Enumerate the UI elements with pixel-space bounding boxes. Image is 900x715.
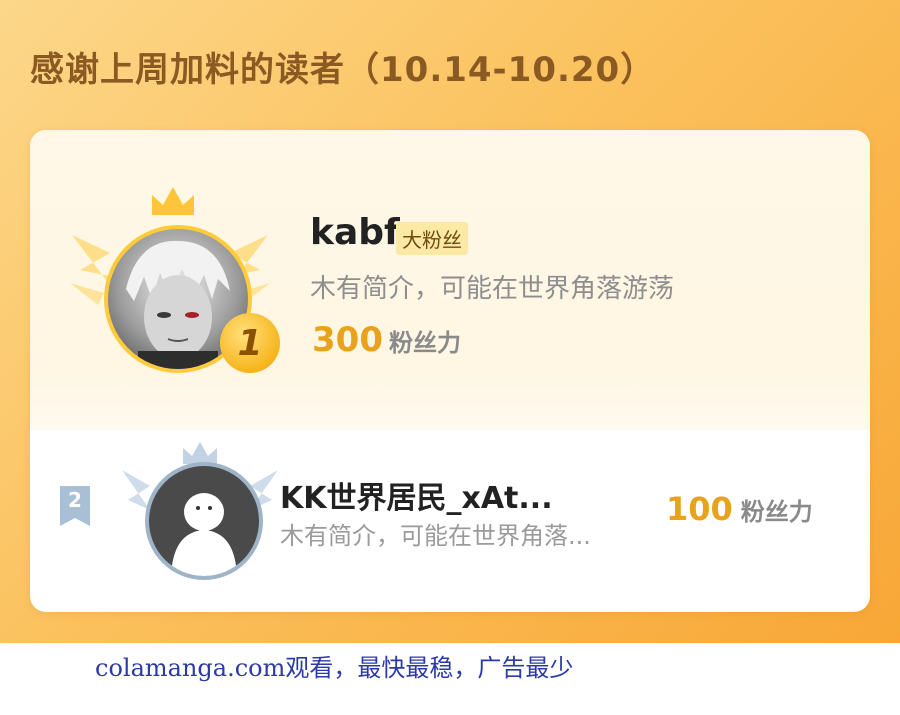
avatar[interactable] xyxy=(145,462,263,580)
score-value: 100 xyxy=(666,490,733,528)
page-title: 感谢上周加料的读者（10.14-10.20） xyxy=(30,50,656,90)
site-watermark: colamanga.com观看，最快最稳，广告最少 xyxy=(95,654,574,682)
second-user-score: 100 粉丝力 xyxy=(666,490,813,528)
score-unit: 粉丝力 xyxy=(388,329,461,357)
leaderboard-panel: 感谢上周加料的读者（10.14-10.20） 1 kabf 大粉丝 木有简介，可… xyxy=(0,0,900,643)
ranking-card: 1 kabf 大粉丝 木有简介，可能在世界角落游荡 300 粉丝力 2 KK世界… xyxy=(30,130,870,612)
first-user-score: 300 粉丝力 xyxy=(312,320,461,360)
first-user-bio: 木有简介，可能在世界角落游荡 xyxy=(310,274,675,304)
score-value: 300 xyxy=(312,320,383,360)
crown-icon xyxy=(152,187,194,215)
rank-2-number: 2 xyxy=(68,488,82,512)
first-user-name[interactable]: kabf xyxy=(310,212,400,253)
rank-1-medal: 1 xyxy=(220,313,280,373)
first-place-badge: 1 xyxy=(70,185,280,385)
score-unit: 粉丝力 xyxy=(740,498,813,526)
fan-level-badge: 大粉丝 xyxy=(396,222,468,255)
second-user-name[interactable]: KK世界居民_xAt... xyxy=(280,473,553,517)
default-avatar-icon xyxy=(171,493,237,576)
second-place-badge xyxy=(120,440,280,580)
second-user-bio: 木有简介，可能在世界角落... xyxy=(280,522,591,550)
